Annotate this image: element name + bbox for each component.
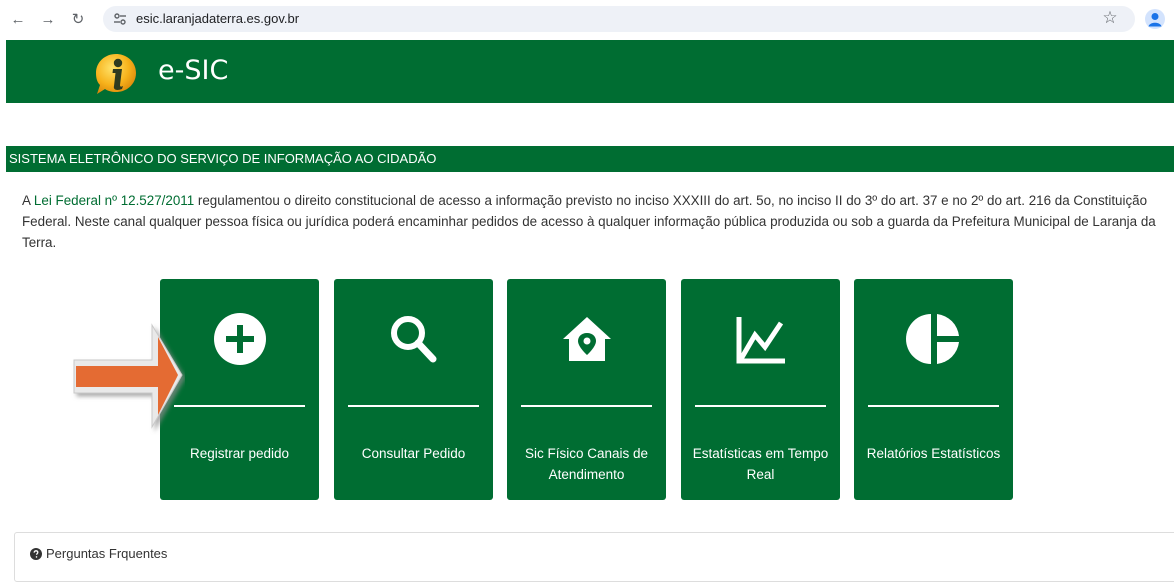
card-label: Registrar pedido (189, 446, 290, 461)
card-divider (695, 405, 826, 407)
site-settings-icon[interactable] (112, 11, 128, 27)
card-label: Estatísticas em Tempo Real (692, 446, 829, 482)
forward-arrow-icon[interactable]: → (38, 9, 58, 29)
pie-chart-icon (905, 314, 959, 364)
card-label: Relatórios Estatísticos (866, 446, 1001, 461)
law-link[interactable]: Lei Federal nº 12.527/2011 (34, 193, 194, 208)
card-estatisticas-tempo-real[interactable]: Estatísticas em Tempo Real (681, 279, 840, 500)
intro-paragraph: A Lei Federal nº 12.527/2011 regulamento… (22, 190, 1162, 253)
browser-toolbar: ← → ↻ esic.laranjadaterra.es.gov.br ☆ (0, 0, 1174, 38)
home-location-icon (562, 317, 611, 361)
card-sic-fisico[interactable]: Sic Físico Canais de Atendimento (507, 279, 666, 500)
card-relatorios-estatisticos[interactable]: Relatórios Estatísticos (854, 279, 1013, 500)
search-icon (390, 316, 436, 363)
card-divider (868, 405, 999, 407)
site-header: e-SIC (6, 40, 1174, 103)
intro-prefix: A (22, 193, 34, 208)
card-divider (174, 405, 305, 407)
card-consultar-pedido[interactable]: Consultar Pedido (334, 279, 493, 500)
url-text: esic.laranjadaterra.es.gov.br (136, 11, 300, 26)
question-circle-icon (30, 548, 42, 560)
profile-avatar-icon[interactable] (1145, 9, 1165, 29)
card-label: Consultar Pedido (361, 446, 466, 461)
card-divider (348, 405, 479, 407)
back-arrow-icon[interactable]: ← (8, 9, 28, 29)
brand-title[interactable]: e-SIC (158, 55, 228, 86)
faq-label: Perguntas Frquentes (46, 546, 168, 561)
address-bar[interactable]: esic.laranjadaterra.es.gov.br (103, 6, 1135, 32)
bookmark-star-icon[interactable]: ☆ (1100, 8, 1120, 28)
section-title-bar: SISTEMA ELETRÔNICO DO SERVIÇO DE INFORMA… (6, 146, 1174, 172)
card-label: Sic Físico Canais de Atendimento (524, 446, 649, 482)
line-chart-icon (736, 317, 785, 364)
reload-icon[interactable]: ↻ (68, 9, 88, 29)
pointer-arrow-icon (73, 323, 183, 429)
plus-circle-icon (213, 313, 266, 365)
card-divider (521, 405, 652, 407)
info-logo-icon[interactable] (94, 52, 138, 96)
